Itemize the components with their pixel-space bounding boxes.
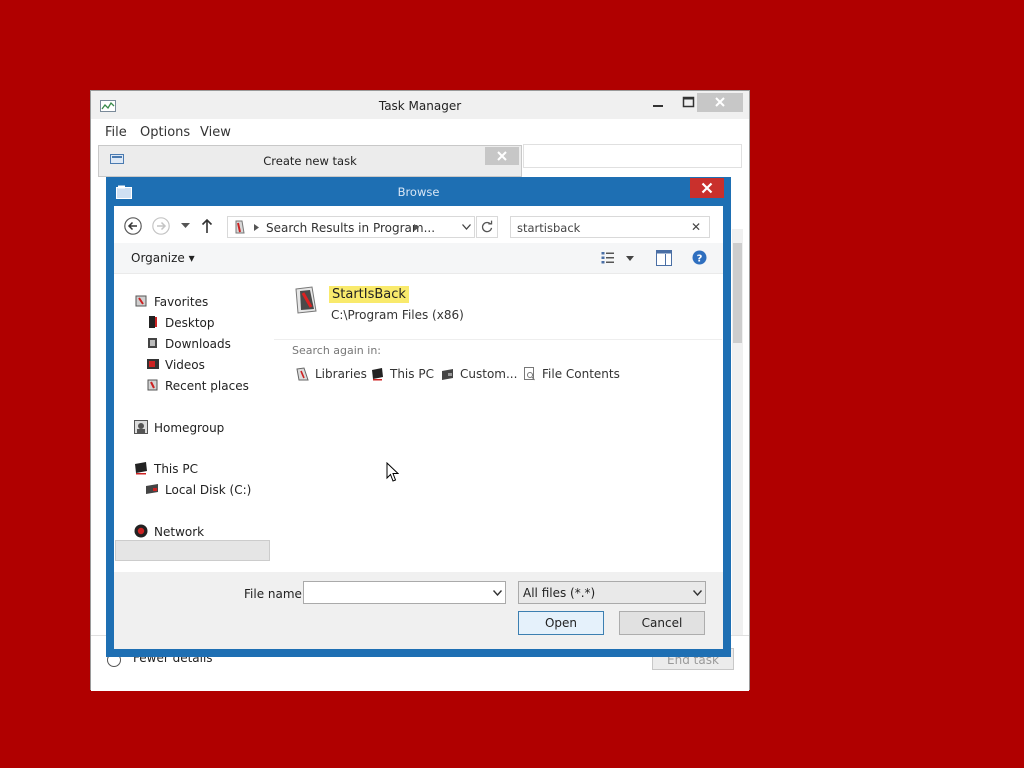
search-again-libraries[interactable]: Libraries <box>315 367 367 381</box>
tab-strip <box>523 144 742 168</box>
file-contents-icon <box>524 367 535 381</box>
videos-icon <box>147 359 159 369</box>
minimize-button[interactable] <box>646 93 670 113</box>
command-bar: Organize ▾ ? <box>114 243 723 274</box>
file-picker-footer: File name: All files (*.*) Open Cancel <box>114 572 723 649</box>
this-pc-icon <box>135 462 147 475</box>
breadcrumb-chevron-icon[interactable] <box>414 224 419 231</box>
create-new-task-window: Create new task <box>98 145 522 177</box>
address-path: Search Results in Program... <box>266 221 436 235</box>
selected-highlight <box>115 540 270 561</box>
homegroup-icon <box>134 420 148 434</box>
this-pc-icon <box>372 368 383 381</box>
cancel-button[interactable]: Cancel <box>619 611 705 635</box>
close-button[interactable] <box>485 147 519 165</box>
browse-body: Search Results in Program... ✕ Organize … <box>114 206 723 649</box>
clear-search-icon[interactable]: ✕ <box>691 220 701 234</box>
search-input[interactable] <box>515 219 689 237</box>
favorites-icon <box>135 295 147 307</box>
create-new-task-title: Create new task <box>263 154 357 168</box>
search-box[interactable]: ✕ <box>510 216 710 238</box>
organize-label: Organize <box>131 251 185 265</box>
desktop-icon <box>149 316 157 328</box>
organize-button[interactable]: Organize ▾ <box>131 251 195 265</box>
address-bar[interactable]: Search Results in Program... <box>227 216 475 238</box>
scrollbar-thumb[interactable] <box>733 243 742 343</box>
refresh-icon[interactable] <box>476 216 498 238</box>
help-icon[interactable]: ? <box>692 250 707 265</box>
recent-places-icon <box>147 379 158 391</box>
nav-desktop[interactable]: Desktop <box>165 316 215 330</box>
svg-text:?: ? <box>697 254 703 265</box>
preview-pane-icon[interactable] <box>656 250 672 266</box>
search-again-custom[interactable]: Custom... <box>460 367 517 381</box>
view-options-chevron-icon[interactable] <box>626 256 634 261</box>
nav-local-disk[interactable]: Local Disk (C:) <box>165 483 251 497</box>
nav-network[interactable]: Network <box>154 525 204 539</box>
file-type-select[interactable]: All files (*.*) <box>518 581 706 604</box>
nav-videos[interactable]: Videos <box>165 358 205 372</box>
mouse-cursor-icon <box>386 462 399 482</box>
file-type-value: All files (*.*) <box>523 586 596 600</box>
open-button[interactable]: Open <box>518 611 604 635</box>
chevron-down-icon[interactable] <box>493 590 502 596</box>
divider <box>274 339 722 340</box>
local-disk-icon <box>146 484 158 494</box>
nav-favorites[interactable]: Favorites <box>154 295 208 309</box>
search-again-this-pc[interactable]: This PC <box>390 367 434 381</box>
search-again-label: Search again in: <box>292 344 382 357</box>
close-button[interactable] <box>690 178 724 198</box>
view-list-icon[interactable] <box>601 251 615 265</box>
file-name-label: File name: <box>244 587 306 601</box>
libraries-icon <box>296 367 309 381</box>
browse-title: Browse <box>397 185 440 199</box>
result-name[interactable]: StartIsBack <box>329 286 409 303</box>
navigation-pane: Favorites Desktop Downloads Videos Recen… <box>114 274 272 572</box>
menu-view[interactable]: View <box>200 125 231 140</box>
menu-options[interactable]: Options <box>140 125 190 140</box>
up-arrow-icon[interactable] <box>201 218 213 234</box>
nav-recent-places[interactable]: Recent places <box>165 379 249 393</box>
result-path: C:\Program Files (x86) <box>331 308 464 322</box>
browse-dialog: Browse Search Results in Program... star… <box>106 177 731 657</box>
menu-bar: File Options View <box>91 121 749 143</box>
address-dropdown-icon[interactable] <box>462 224 471 230</box>
custom-folder-icon <box>442 369 453 380</box>
back-arrow-icon[interactable] <box>124 217 142 235</box>
nav-downloads[interactable]: Downloads <box>165 337 231 351</box>
downloads-icon <box>148 338 157 348</box>
startisback-file-icon[interactable] <box>292 285 322 315</box>
search-folder-icon <box>235 220 245 234</box>
forward-arrow-icon[interactable] <box>152 217 170 235</box>
search-again-file-contents[interactable]: File Contents <box>542 367 620 381</box>
network-icon <box>134 524 148 538</box>
file-name-input[interactable] <box>303 581 506 604</box>
nav-this-pc[interactable]: This PC <box>154 462 198 476</box>
close-button[interactable] <box>697 93 743 112</box>
chevron-down-icon[interactable] <box>693 590 702 596</box>
breadcrumb-chevron-icon[interactable] <box>254 224 259 231</box>
nav-homegroup[interactable]: Homegroup <box>154 421 224 435</box>
task-manager-titlebar[interactable]: Task Manager <box>91 91 749 119</box>
recent-locations-chevron-icon[interactable] <box>181 223 190 229</box>
menu-file[interactable]: File <box>105 125 127 140</box>
